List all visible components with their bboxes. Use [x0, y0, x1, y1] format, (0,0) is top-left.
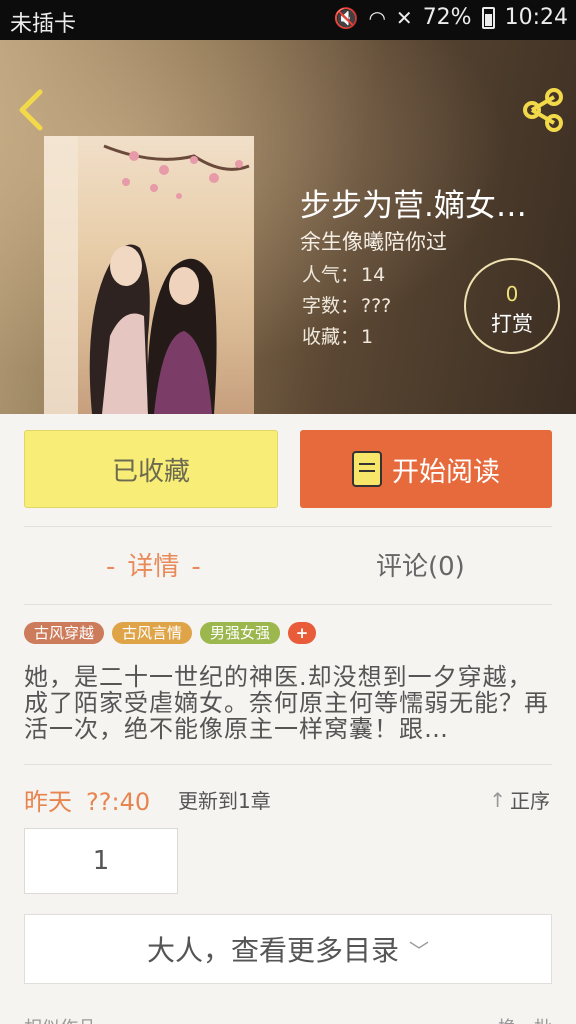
sort-order-button[interactable]: ↑ 正序 — [489, 785, 550, 814]
words-value: ??? — [361, 295, 392, 317]
update-day: 昨天 — [24, 788, 72, 816]
popularity-label: 人气： — [302, 264, 360, 286]
tag[interactable]: 古风穿越 — [24, 622, 105, 644]
tab-comments[interactable]: 评论(0) — [376, 546, 465, 583]
update-time: 昨天 ??:40 — [24, 782, 150, 817]
tab-comments-label: 评论(0) — [376, 552, 465, 582]
add-tag-button[interactable]: + — [288, 622, 317, 644]
favorited-button[interactable]: 已收藏 — [24, 430, 278, 508]
no-signal-icon: ✕ — [395, 5, 413, 30]
favorites-stat: 收藏： 1 — [300, 322, 373, 349]
divider — [24, 764, 552, 765]
tab-details[interactable]: - 详情 - — [94, 546, 213, 583]
wifi-icon: ◠ — [368, 5, 386, 30]
battery-icon — [481, 6, 495, 29]
tag[interactable]: 古风言情 — [112, 622, 193, 644]
reward-button[interactable]: 0 打赏 — [464, 258, 560, 354]
favorites-label: 收藏： — [302, 326, 360, 348]
tag[interactable]: 男强女强 — [200, 622, 281, 644]
carrier-text: 未插卡 — [10, 12, 77, 37]
similar-works-heading: 相似作品 — [24, 1014, 96, 1024]
divider — [24, 604, 552, 605]
words-stat: 字数：??? — [300, 291, 391, 318]
favorited-label: 已收藏 — [111, 456, 190, 487]
book-icon — [352, 451, 382, 487]
chapter-number: 1 — [92, 846, 110, 876]
chevron-down-icon: ﹀ — [409, 938, 429, 963]
words-label: 字数： — [302, 295, 360, 317]
popularity-value: 14 — [361, 264, 386, 286]
synopsis[interactable]: 她，是二十一世纪的神医.却没想到一夕穿越，成了陌家受虐嫡女。奈何原主何等懦弱无能… — [24, 664, 552, 744]
tab-details-label: 详情 — [127, 552, 180, 582]
update-clock: ??:40 — [86, 788, 151, 816]
chapter-item[interactable]: 1 — [24, 828, 178, 894]
mute-icon: 🔇 — [333, 5, 359, 30]
start-reading-button[interactable]: 开始阅读 — [300, 430, 552, 508]
book-header: 步步为营.嫡女… 余生像曦陪你过 人气： 14 字数：??? 收藏： 1 0 打赏 — [0, 40, 576, 414]
favorites-value: 1 — [361, 326, 374, 348]
cover-illustration — [44, 136, 250, 414]
more-catalog-label: 大人，查看更多目录 — [146, 934, 399, 967]
clock: 10:24 — [504, 5, 568, 30]
sort-order-label: 正序 — [510, 789, 550, 813]
chevron-left-icon[interactable] — [14, 88, 48, 132]
update-label: 更新到1章 — [178, 789, 271, 813]
book-cover[interactable] — [44, 136, 254, 414]
share-icon[interactable] — [520, 88, 566, 132]
more-catalog-button[interactable]: 大人，查看更多目录 ﹀ — [24, 914, 552, 984]
refresh-batch-link[interactable]: 换一批 — [498, 1014, 552, 1024]
book-author[interactable]: 余生像曦陪你过 — [300, 226, 447, 256]
book-title: 步步为营.嫡女… — [300, 188, 527, 224]
reward-label: 打赏 — [491, 312, 533, 336]
status-bar: 未插卡 🔇 ◠ ✕ 72% 10:24 — [0, 0, 576, 40]
arrow-up-icon: ↑ — [489, 787, 506, 812]
battery-percent: 72% — [422, 5, 472, 30]
start-reading-label: 开始阅读 — [392, 456, 500, 488]
reward-count: 0 — [505, 282, 519, 306]
divider — [24, 526, 552, 527]
popularity-stat: 人气： 14 — [300, 260, 385, 287]
tag-list: 古风穿越 古风言情 男强女强 + — [24, 622, 317, 644]
